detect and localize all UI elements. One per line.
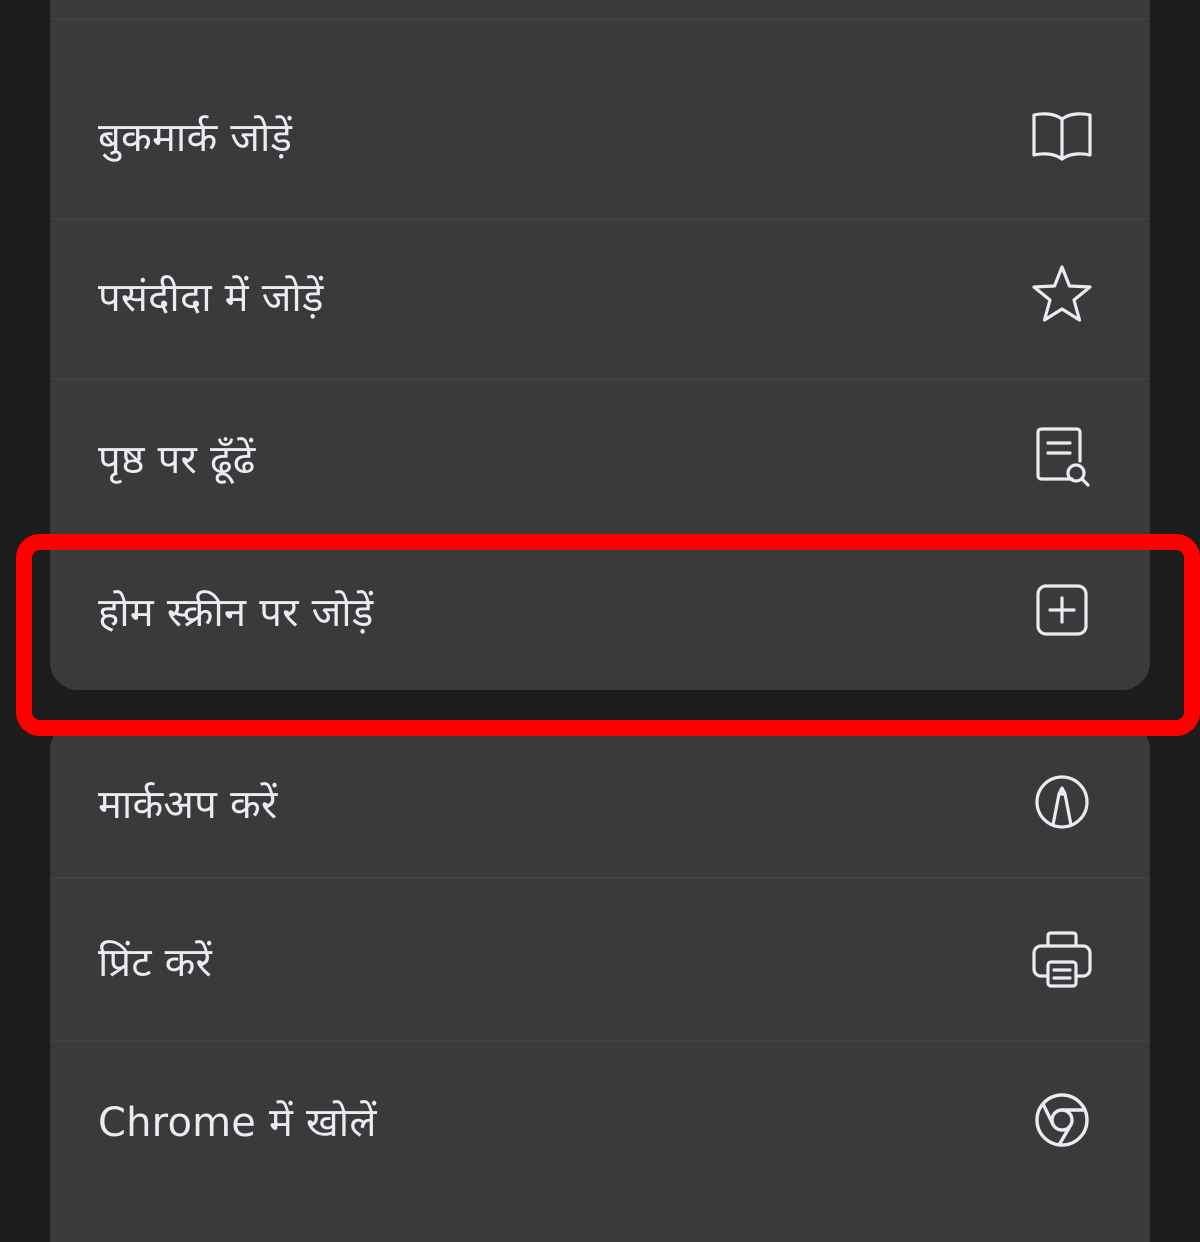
add-square-icon <box>1026 574 1098 646</box>
menu-item-label: प्रिंट करें <box>98 939 213 986</box>
star-icon <box>1026 259 1098 331</box>
menu-item-add-to-home-screen[interactable]: होम स्क्रीन पर जोड़ें <box>50 530 1150 690</box>
menu-item-find-on-page[interactable]: पृष्ठ पर ढूँढें <box>50 372 1150 542</box>
markup-pen-icon <box>1026 766 1098 838</box>
menu-item-add-favorites[interactable]: पसंदीदा में जोड़ें <box>50 210 1150 380</box>
menu-item-label: पसंदीदा में जोड़ें <box>98 274 324 321</box>
menu-item-markup[interactable]: मार्कअप करें <box>50 722 1150 882</box>
menu-item-label: Chrome में खोलें <box>98 1099 377 1146</box>
menu-item-print[interactable]: प्रिंट करें <box>50 880 1150 1040</box>
menu-item-label: बुकमार्क जोड़ें <box>98 114 293 161</box>
menu-item-add-bookmark[interactable]: बुकमार्क जोड़ें <box>50 50 1150 220</box>
menu-item-open-in-chrome[interactable]: Chrome में खोलें <box>50 1040 1150 1200</box>
menu-item-partial <box>50 0 1150 20</box>
printer-icon <box>1026 924 1098 996</box>
menu-group-primary: बुकमार्क जोड़ें पसंदीदा में जोड़ें पृष्ठ… <box>50 0 1150 690</box>
separator <box>50 18 1150 20</box>
menu-item-label: मार्कअप करें <box>98 781 278 828</box>
menu-group-secondary: मार्कअप करें प्रिंट करें Chrome में खोले… <box>50 722 1150 1242</box>
chrome-icon <box>1026 1084 1098 1156</box>
menu-item-label: पृष्ठ पर ढूँढें <box>98 436 256 483</box>
book-icon <box>1026 99 1098 171</box>
find-on-page-icon <box>1026 421 1098 493</box>
separator <box>50 877 1150 879</box>
menu-item-label: होम स्क्रीन पर जोड़ें <box>98 589 374 636</box>
